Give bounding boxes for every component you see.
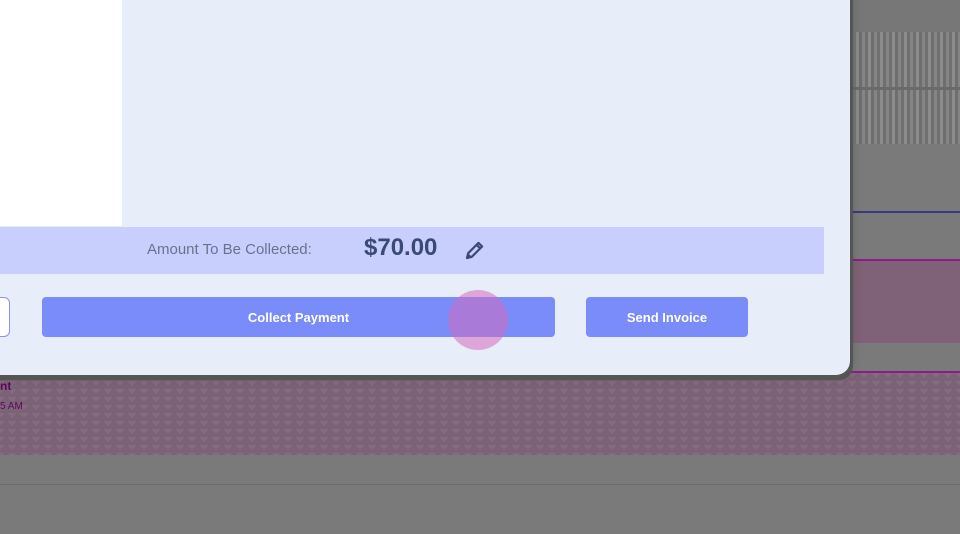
background-blue-line xyxy=(850,211,960,213)
amount-bar: Amount To Be Collected: $70.00 xyxy=(0,227,824,274)
send-invoice-button[interactable]: Send Invoice xyxy=(586,297,748,337)
background-calendar-event[interactable]: nt 5 AM xyxy=(0,371,960,455)
modal-left-pane xyxy=(0,0,122,226)
amount-label: Amount To Be Collected: xyxy=(147,241,312,258)
pencil-icon[interactable] xyxy=(463,238,487,262)
payment-modal: Amount To Be Collected: $70.00 Collect P… xyxy=(0,0,850,375)
background-divider xyxy=(850,87,960,90)
background-divider xyxy=(0,484,960,485)
background-header-band xyxy=(850,0,960,32)
event-title: nt xyxy=(0,379,12,393)
collect-payment-button[interactable]: Collect Payment xyxy=(42,297,555,337)
secondary-button[interactable] xyxy=(0,297,10,337)
background-calendar-event[interactable] xyxy=(850,259,960,343)
background-striped-block xyxy=(850,32,960,144)
amount-value: $70.00 xyxy=(364,234,438,261)
event-time: 5 AM xyxy=(0,401,23,412)
